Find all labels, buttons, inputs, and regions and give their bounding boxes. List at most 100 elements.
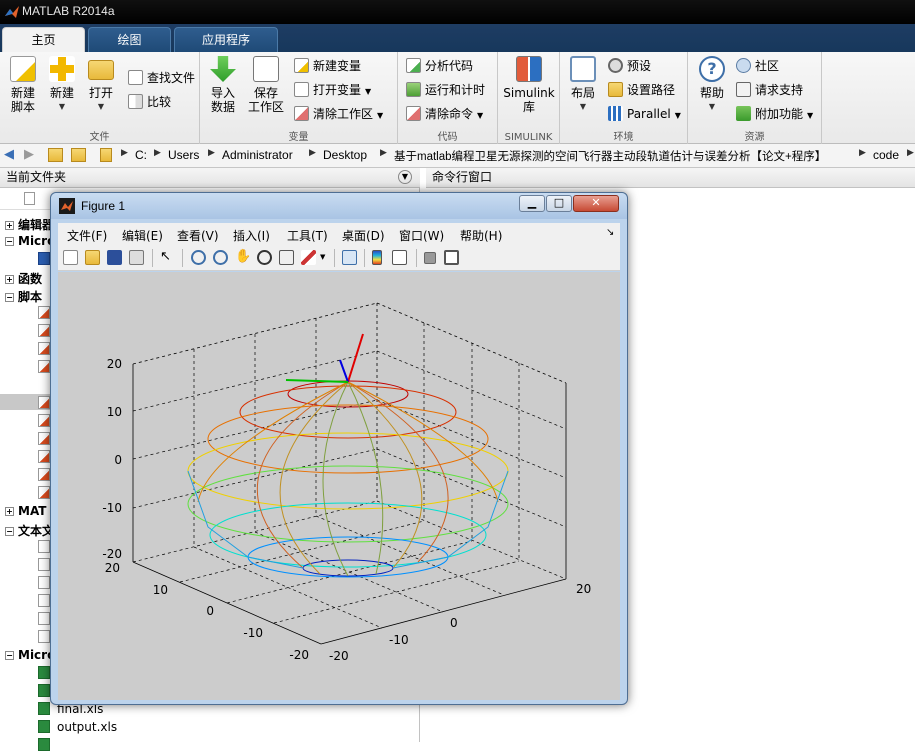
expand-icon[interactable]: + — [5, 275, 14, 284]
new-variable-button[interactable]: 新建变量 — [294, 56, 361, 76]
collapse-icon[interactable]: − — [5, 237, 14, 246]
section-editor[interactable]: + 编辑器 — [0, 216, 54, 233]
section-micro[interactable]: − Micro — [0, 234, 55, 248]
add-ons-button[interactable]: 附加功能 ▼ — [736, 104, 813, 124]
m-file-icon[interactable] — [38, 486, 50, 499]
add-ons-dropdown-icon[interactable]: ▼ — [807, 111, 813, 120]
m-file-icon[interactable] — [38, 432, 50, 445]
community-button[interactable]: 社区 — [736, 56, 779, 76]
rotate-3d-icon[interactable] — [257, 250, 272, 265]
maximize-button[interactable]: □ — [546, 195, 572, 212]
m-file-icon[interactable] — [38, 468, 50, 481]
menu-help[interactable]: 帮助(H) — [460, 227, 502, 244]
excel-file-icon[interactable] — [38, 684, 50, 697]
help-dropdown-icon[interactable]: ▼ — [696, 100, 728, 114]
m-file-icon[interactable] — [38, 450, 50, 463]
set-path-button[interactable]: 设置路径 — [608, 80, 675, 100]
print-icon[interactable] — [129, 250, 144, 265]
arrow-cursor-icon[interactable]: ↖ — [160, 250, 175, 265]
breadcrumb-desktop[interactable]: Desktop — [323, 148, 367, 162]
new-dropdown-icon[interactable]: ▼ — [44, 100, 80, 114]
excel-file-icon[interactable] — [38, 720, 50, 733]
forward-arrow-icon[interactable]: ▶ — [24, 147, 34, 162]
brush-icon[interactable] — [301, 250, 316, 265]
panel-menu-icon[interactable]: ▼ — [398, 170, 412, 184]
parallel-dropdown-icon[interactable]: ▼ — [675, 111, 681, 120]
menu-window[interactable]: 窗口(W) — [399, 227, 444, 244]
text-file-icon[interactable] — [38, 630, 50, 643]
m-file-icon[interactable] — [38, 360, 50, 373]
zoom-out-icon[interactable] — [213, 250, 228, 265]
open-dropdown-icon[interactable]: ▼ — [84, 100, 118, 114]
minimize-button[interactable]: ▁ — [519, 195, 545, 212]
save-workspace-button[interactable]: 保存 工作区 — [244, 56, 288, 114]
clear-workspace-dropdown-icon[interactable]: ▼ — [377, 111, 383, 120]
layout-dropdown-icon[interactable]: ▼ — [566, 100, 600, 114]
zoom-in-icon[interactable] — [191, 250, 206, 265]
compare-button[interactable]: 比较 — [128, 92, 171, 112]
m-file-icon[interactable] — [38, 324, 50, 337]
expand-icon[interactable]: + — [5, 507, 14, 516]
m-file-icon[interactable] — [38, 396, 50, 409]
word-file-icon[interactable] — [38, 252, 50, 265]
tab-apps[interactable]: 应用程序 — [174, 27, 278, 52]
import-data-button[interactable]: 导入 数据 — [206, 56, 240, 114]
menu-file[interactable]: 文件(F) — [67, 227, 107, 244]
menu-tools[interactable]: 工具(T) — [287, 227, 328, 244]
save-icon[interactable] — [107, 250, 122, 265]
new-script-button[interactable]: 新建 脚本 — [6, 56, 40, 114]
clear-workspace-button[interactable]: 清除工作区 ▼ — [294, 104, 383, 124]
request-support-button[interactable]: 请求支持 — [736, 80, 803, 100]
close-button[interactable]: ✕ — [573, 195, 619, 212]
tab-plots[interactable]: 绘图 — [88, 27, 171, 52]
collapse-icon[interactable]: − — [5, 293, 14, 302]
tab-home[interactable]: 主页 — [2, 27, 85, 52]
up-folder-icon[interactable] — [48, 148, 63, 162]
breadcrumb-drive[interactable]: C: — [135, 148, 147, 162]
m-file-icon[interactable] — [38, 342, 50, 355]
colorbar-icon[interactable] — [372, 250, 382, 265]
m-file-icon[interactable] — [38, 414, 50, 427]
axes-3d[interactable]: 20 10 0 -10 -20 20 10 0 -10 -20 20 0 -10… — [58, 272, 620, 700]
text-file-icon[interactable] — [38, 558, 50, 571]
menu-edit[interactable]: 编辑(E) — [122, 227, 163, 244]
dock-arrow-icon[interactable]: ↘ — [606, 227, 614, 238]
link-plot-icon[interactable] — [342, 250, 357, 265]
text-file-icon[interactable] — [38, 540, 50, 553]
file-output-xls[interactable]: output.xls — [57, 720, 117, 734]
open-file-icon[interactable] — [85, 250, 100, 265]
collapse-icon[interactable]: − — [5, 527, 14, 536]
section-micro-excel[interactable]: − Micro — [0, 648, 55, 662]
excel-file-icon[interactable] — [38, 666, 50, 679]
clear-commands-dropdown-icon[interactable]: ▼ — [477, 111, 483, 120]
open-variable-dropdown-icon[interactable]: ▼ — [365, 87, 371, 96]
browse-folder-icon[interactable] — [71, 148, 86, 162]
show-plot-tools-icon[interactable] — [444, 250, 459, 265]
back-arrow-icon[interactable]: ◀ — [4, 147, 14, 162]
excel-file-icon[interactable] — [38, 738, 50, 751]
simulink-library-button[interactable]: Simulink 库 — [502, 56, 556, 114]
section-functions[interactable]: + 函数 — [0, 270, 42, 287]
run-and-time-button[interactable]: 运行和计时 — [406, 80, 485, 100]
layout-button[interactable]: 布局 ▼ — [566, 56, 600, 114]
data-cursor-icon[interactable] — [279, 250, 294, 265]
breadcrumb-administrator[interactable]: Administrator — [222, 148, 293, 162]
help-button[interactable]: ? 帮助 ▼ — [696, 56, 728, 114]
text-file-icon[interactable] — [38, 612, 50, 625]
brush-dropdown-icon[interactable]: ▼ — [320, 250, 328, 265]
section-scripts[interactable]: − 脚本 — [0, 288, 42, 305]
new-figure-icon[interactable] — [63, 250, 78, 265]
new-button[interactable]: 新建 ▼ — [44, 56, 80, 114]
parallel-button[interactable]: Parallel ▼ — [608, 104, 681, 124]
preferences-button[interactable]: 预设 — [608, 56, 651, 76]
excel-file-icon[interactable] — [38, 702, 50, 715]
analyze-code-button[interactable]: 分析代码 — [406, 56, 473, 76]
text-file-icon[interactable] — [38, 576, 50, 589]
collapse-icon[interactable]: − — [5, 651, 14, 660]
section-text-files[interactable]: − 文本文 — [0, 522, 54, 539]
menu-view[interactable]: 查看(V) — [177, 227, 219, 244]
menu-insert[interactable]: 插入(I) — [233, 227, 270, 244]
breadcrumb-project-folder[interactable]: 基于matlab编程卫星无源探测的空间飞行器主动段轨道估计与误差分析【论文+程序… — [394, 148, 854, 164]
breadcrumb-code[interactable]: code — [873, 148, 899, 162]
clear-commands-button[interactable]: 清除命令 ▼ — [406, 104, 483, 124]
